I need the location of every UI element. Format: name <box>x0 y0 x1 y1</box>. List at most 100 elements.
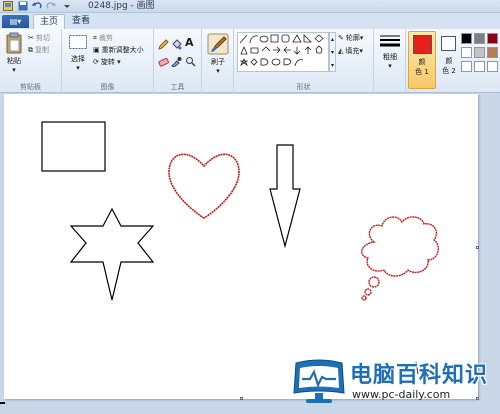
chevron-down-icon: ▾ <box>359 47 363 55</box>
crop-label: 裁剪 <box>98 34 113 42</box>
resize-handle-bottom[interactable] <box>240 397 243 400</box>
palette-swatch[interactable] <box>487 33 498 44</box>
fill-bucket-icon[interactable] <box>171 39 182 53</box>
tab-home[interactable]: 主页 <box>33 14 66 29</box>
undo-icon[interactable] <box>31 1 42 11</box>
size-label: 粗细 <box>383 53 397 61</box>
select-rect-icon <box>69 35 87 49</box>
resize-button[interactable]: ▣ 重新调整大小 <box>93 45 144 55</box>
chevron-down-icon: ▾ <box>359 34 364 42</box>
select-button[interactable]: 选择 ▾ <box>65 32 91 73</box>
clipboard-group-label: 剪贴板 <box>20 83 41 91</box>
cut-label: 剪切 <box>35 34 50 42</box>
color1-button[interactable]: 颜 色 1 <box>408 31 436 89</box>
size-group: 粗细 ▾ <box>374 29 406 93</box>
customize-qa-icon[interactable] <box>62 1 72 11</box>
chevron-down-icon: ▾ <box>216 67 220 75</box>
copy-button[interactable]: ⧉ 复制 <box>28 45 49 55</box>
paste-button[interactable]: 粘贴 ▾ <box>3 32 25 75</box>
size-button[interactable]: 粗细 ▾ <box>377 34 403 71</box>
paste-icon <box>6 32 22 54</box>
watermark-logo-icon <box>293 359 345 403</box>
star-shape <box>69 207 155 301</box>
outline-label: 轮廓 <box>345 34 360 42</box>
file-menu-button[interactable]: ▤▾ <box>2 15 29 28</box>
shapes-group: ▴ ▾ ▾ ✎ 轮廓▾ ◭ 填充▾ 形状 <box>234 29 374 93</box>
heart-shape <box>168 153 240 219</box>
fill-button[interactable]: ◭ 填充▾ <box>338 46 363 56</box>
color1-swatch <box>413 35 432 54</box>
menu-icon: ▤▾ <box>9 17 22 26</box>
shapes-scroll[interactable]: ▴ ▾ ▾ <box>329 32 336 72</box>
rotate-label: 旋转 <box>100 58 115 66</box>
shapes-group-label: 形状 <box>296 83 311 91</box>
crop-button[interactable]: ⌗ 裁剪 <box>93 33 113 43</box>
tools-group: A 工具 <box>154 29 202 93</box>
app-icon <box>3 1 13 11</box>
save-icon[interactable] <box>18 1 28 11</box>
ribbon: 粘贴 ▾ ✂ 剪切 ⧉ 复制 剪贴板 选择 ▾ ⌗ 裁剪 ▣ 重新调整大小 ⟳ 旋转 ▾ … <box>0 29 500 93</box>
palette-swatch[interactable] <box>487 61 498 72</box>
brushes-button[interactable]: 刷子 ▾ <box>205 33 231 76</box>
brushes-label: 刷子 <box>211 58 225 66</box>
ribbon-tab-row: ▤▾ 主页 查看 <box>0 13 500 29</box>
watermark-url: www.pc-daily.com <box>352 388 451 401</box>
palette-swatch[interactable] <box>487 47 498 58</box>
chevron-down-icon: ▾ <box>388 62 392 70</box>
chevron-down-icon: ▾ <box>114 58 121 66</box>
color-picker-icon[interactable] <box>171 56 182 70</box>
color1-label-top: 颜 <box>418 58 426 66</box>
color2-label-bottom: 色 2 <box>442 67 456 75</box>
tab-view[interactable]: 查看 <box>66 14 96 29</box>
magnifier-icon[interactable] <box>185 56 196 70</box>
line-thickness-icon <box>380 35 400 47</box>
rotate-button[interactable]: ⟳ 旋转 ▾ <box>93 57 121 67</box>
color1-label-bottom: 色 1 <box>415 68 429 76</box>
outline-icon: ✎ <box>338 34 344 42</box>
window-title: 0248.jpg - 画图 <box>88 1 155 11</box>
select-label: 选择 <box>71 55 85 63</box>
status-cursor-mark <box>0 402 5 404</box>
image-group-label: 图像 <box>100 83 115 91</box>
color2-label-top: 颜 <box>445 57 453 65</box>
palette-swatch[interactable] <box>474 47 485 58</box>
fill-label: 填充 <box>345 47 360 55</box>
palette-swatch[interactable] <box>461 47 472 58</box>
down-arrow-shape <box>269 144 301 249</box>
palette-swatch[interactable] <box>461 61 472 72</box>
palette-swatch[interactable] <box>474 33 485 44</box>
cut-button[interactable]: ✂ 剪切 <box>28 33 50 43</box>
palette-swatch[interactable] <box>474 61 485 72</box>
rectangle-shape <box>41 121 106 172</box>
color2-swatch <box>441 36 456 51</box>
fill-icon: ◭ <box>338 47 344 55</box>
rotate-icon: ⟳ <box>93 58 99 66</box>
thought-cloud-shape <box>361 216 439 301</box>
shapes-gallery[interactable] <box>237 32 329 72</box>
tab-home-label: 主页 <box>40 17 59 27</box>
paste-label: 粘贴 <box>7 57 21 65</box>
tab-view-label: 查看 <box>72 16 91 26</box>
scissors-icon: ✂ <box>28 34 34 42</box>
eraser-icon[interactable] <box>158 56 169 70</box>
resize-handle-right[interactable] <box>476 246 479 249</box>
drawing-canvas[interactable] <box>4 94 479 400</box>
resize-label: 重新调整大小 <box>101 46 144 54</box>
palette-swatch[interactable] <box>461 33 472 44</box>
chevron-down-icon: ▾ <box>76 64 80 72</box>
brushes-group: 刷子 ▾ <box>202 29 234 93</box>
resize-icon: ▣ <box>93 46 100 54</box>
pencil-icon[interactable] <box>158 39 169 53</box>
text-tool-icon[interactable]: A <box>185 37 194 48</box>
image-group: 选择 ▾ ⌗ 裁剪 ▣ 重新调整大小 ⟳ 旋转 ▾ 图像 <box>62 29 154 93</box>
color2-button[interactable]: 颜 色 2 <box>438 31 460 89</box>
clipboard-group: 粘贴 ▾ ✂ 剪切 ⧉ 复制 剪贴板 <box>0 29 62 93</box>
watermark-title: 电脑百科知识 <box>350 363 489 388</box>
copy-icon: ⧉ <box>28 46 33 54</box>
color-palette <box>461 33 500 77</box>
brush-icon <box>207 33 229 55</box>
outline-button[interactable]: ✎ 轮廓▾ <box>338 33 363 43</box>
chevron-down-icon: ▾ <box>12 66 16 74</box>
redo-icon[interactable] <box>46 1 57 11</box>
title-bar: 0248.jpg - 画图 <box>0 0 500 13</box>
